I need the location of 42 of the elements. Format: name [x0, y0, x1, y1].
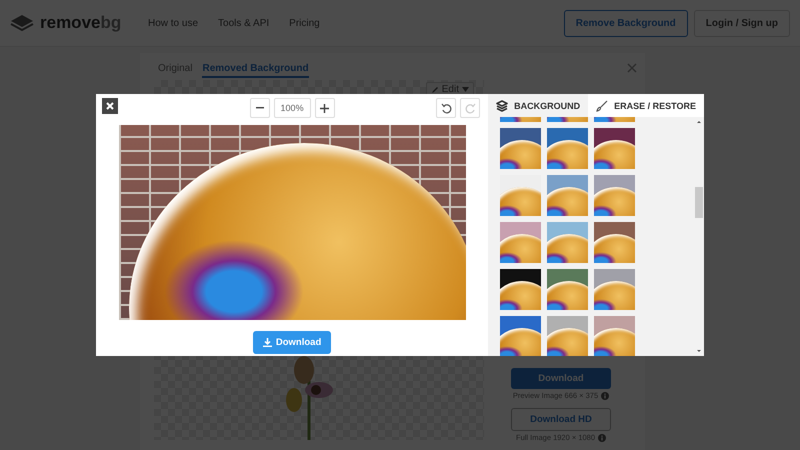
logo-icon	[10, 14, 34, 32]
background-thumbnail[interactable]	[594, 128, 636, 169]
header-button[interactable]: Remove Background	[564, 10, 688, 36]
scroll-up-icon[interactable]	[695, 119, 703, 125]
header-button[interactable]: Login / Sign up	[694, 10, 790, 36]
background-thumbnail[interactable]	[500, 128, 542, 169]
background-thumbnail[interactable]	[547, 222, 588, 263]
download-button[interactable]: Download	[252, 331, 332, 354]
background-thumbnail[interactable]	[594, 316, 636, 356]
undo-button[interactable]	[436, 98, 456, 118]
background-thumbnail[interactable]	[547, 128, 588, 169]
plus-icon	[320, 104, 330, 112]
background-thumbnail[interactable]	[547, 175, 588, 216]
undo-icon	[440, 102, 452, 114]
nav-link[interactable]: How to use	[148, 18, 198, 28]
scroll-down-icon[interactable]	[695, 348, 703, 354]
minus-icon	[256, 107, 264, 109]
background-thumbnail[interactable]	[500, 175, 542, 216]
nav-link[interactable]: Pricing	[289, 18, 320, 28]
background-thumbnail[interactable]	[594, 269, 636, 310]
background-thumbnail[interactable]	[500, 316, 542, 356]
view-tab[interactable]: Removed Background	[202, 63, 309, 78]
download-hd-button[interactable]: Download HD	[511, 408, 611, 431]
background-thumbnail[interactable]	[547, 269, 588, 310]
background-thumbnail[interactable]	[594, 175, 636, 216]
panel-tab[interactable]: ERASE / RESTORE	[588, 94, 704, 117]
zoom-level: 100%	[274, 98, 311, 118]
close-button[interactable]	[102, 98, 118, 114]
download-icon	[262, 338, 272, 347]
scrollbar-thumb[interactable]	[695, 187, 703, 218]
caret-icon	[462, 87, 469, 92]
close-icon	[106, 102, 114, 110]
zoom-in-button[interactable]	[314, 98, 335, 118]
layers-icon	[496, 100, 508, 112]
background-thumbnail[interactable]	[500, 269, 542, 310]
background-thumbnail[interactable]	[594, 222, 636, 263]
nav-link[interactable]: Tools & API	[218, 18, 270, 28]
background-thumbnail[interactable]	[500, 222, 542, 263]
background-thumbnail[interactable]	[547, 316, 588, 356]
redo-icon	[464, 102, 476, 114]
brush-icon	[596, 100, 608, 112]
zoom-out-button[interactable]	[250, 98, 270, 118]
